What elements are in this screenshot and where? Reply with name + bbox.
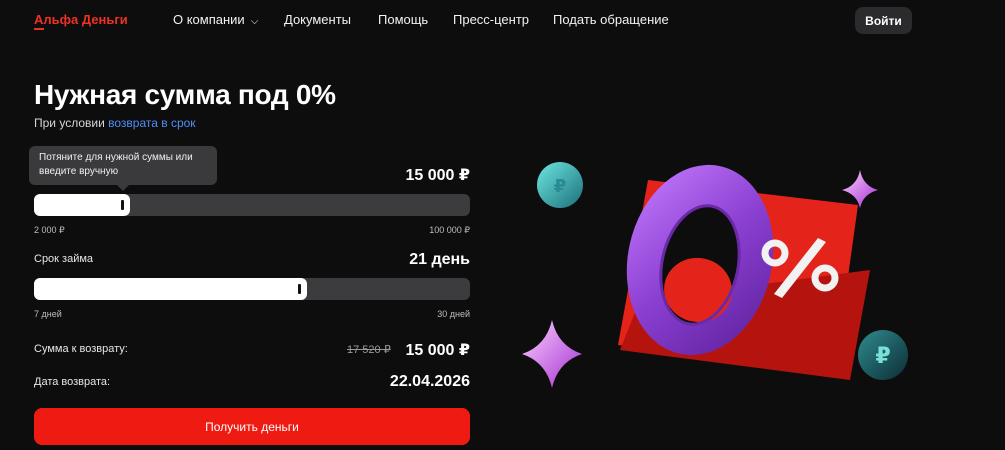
repay-label: Сумма к возврату:	[34, 343, 128, 355]
subtitle-text: При условии	[34, 116, 109, 130]
amount-slider[interactable]	[34, 194, 470, 216]
sparkle-star-icon	[842, 170, 878, 208]
nav-item-help[interactable]: Помощь	[378, 12, 428, 27]
subtitle: При условии возврата в срок	[34, 116, 196, 130]
nav-item-label: О компании	[173, 12, 245, 27]
term-slider-thumb[interactable]	[297, 284, 301, 294]
term-value[interactable]: 21 день	[409, 251, 470, 269]
amount-slider-fill	[34, 194, 130, 216]
amount-max-label: 100 000 ₽	[429, 225, 470, 235]
nav-item-press[interactable]: Пресс-центр	[453, 12, 529, 27]
chevron-down-icon: ⌵	[250, 16, 259, 27]
slider-tooltip: Потяните для нужной суммы или введите вр…	[29, 146, 217, 191]
amount-slider-thumb[interactable]	[120, 200, 124, 210]
repay-old-value: 17 520 ₽	[347, 344, 391, 356]
logo[interactable]: Альфа Деньги	[34, 12, 128, 27]
nav-item-appeal[interactable]: Подать обращение	[553, 12, 669, 27]
coin-icon: ₽	[537, 162, 583, 208]
sparkle-star-icon	[522, 320, 582, 388]
term-label: Срок займа	[34, 253, 94, 265]
repay-value: 15 000 ₽	[405, 342, 470, 359]
date-value: 22.04.2026	[389, 373, 470, 390]
logo-underline	[34, 28, 44, 30]
get-money-button[interactable]: Получить деньги	[34, 408, 470, 445]
nav-item-documents[interactable]: Документы	[284, 12, 351, 27]
term-max-label: 30 дней	[437, 309, 470, 319]
login-button[interactable]: Войти	[855, 7, 912, 34]
page-title: Нужная сумма под 0%	[34, 79, 336, 110]
svg-text:₽: ₽	[875, 344, 890, 369]
term-slider[interactable]	[34, 278, 470, 300]
term-min-label: 7 дней	[34, 309, 62, 319]
repay-condition-link[interactable]: возврата в срок	[108, 116, 195, 130]
date-label: Дата возврата:	[34, 376, 111, 388]
amount-value[interactable]: 15 000 ₽	[405, 165, 470, 185]
zero-percent-illustration: 0% ₽ ₽	[522, 162, 908, 388]
nav-item-about[interactable]: О компании ⌵	[173, 12, 258, 27]
term-slider-fill	[34, 278, 307, 300]
amount-min-label: 2 000 ₽	[34, 225, 65, 235]
svg-text:₽: ₽	[554, 176, 567, 197]
ruble-coin-icon: ₽	[858, 330, 908, 380]
